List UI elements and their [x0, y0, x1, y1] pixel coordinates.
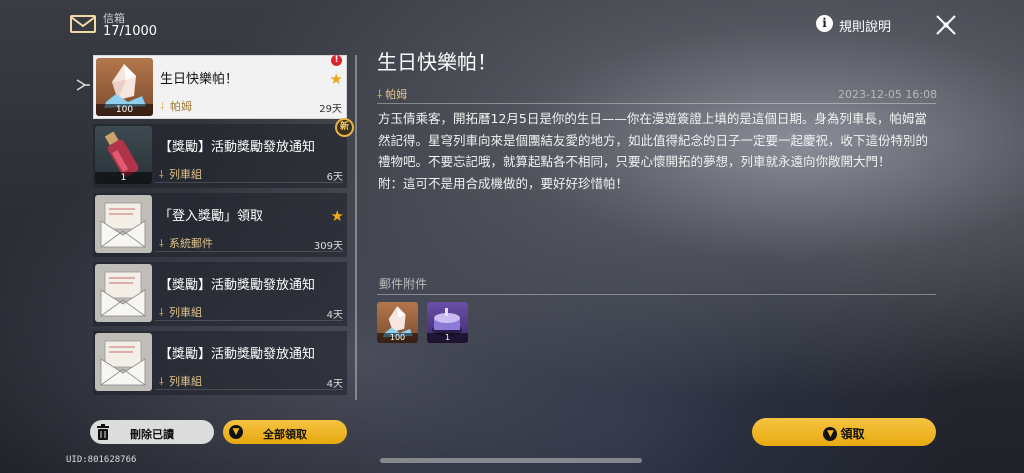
alert-icon: ! [331, 55, 342, 66]
claim-button[interactable]: ▼ 領取 [752, 418, 936, 446]
mail-sender: ⸸ 帕姆 [160, 100, 192, 113]
horizontal-scrollbar[interactable] [380, 458, 642, 463]
mail-sender: ⸸ 列車組 [159, 168, 202, 181]
divider [156, 114, 342, 115]
mail-sender: ⸸ 列車組 [159, 375, 202, 388]
mail-item[interactable]: 1 【獎勵】活動獎勵發放通知 ⸸ 列車組 6天 新 [93, 118, 354, 188]
mail-expiry: 4天 [326, 310, 343, 321]
mail-sender: ⸸ 系統郵件 [159, 237, 213, 250]
mail-expiry: 309天 [313, 241, 343, 252]
mail-sender: ⸸ 列車組 [159, 306, 202, 319]
bottle-icon: 1 [95, 126, 152, 184]
mail-icon [70, 15, 96, 33]
mail-count: 17/1000 [103, 24, 158, 39]
claim-label: 領取 [840, 427, 865, 441]
quill-icon: ⸸ [377, 88, 383, 101]
divider [377, 294, 936, 295]
body-paragraph: 方玉倩乘客，開拓曆12月5日是你的生日——你在漫遊簽證上填的是這個日期。身為列車… [378, 111, 929, 169]
item-quantity: 100 [96, 104, 153, 116]
envelope-icon [95, 264, 152, 322]
quill-icon: ⸸ [160, 102, 165, 113]
attachment-item[interactable]: 100 [377, 302, 418, 343]
mail-item[interactable]: 【獎勵】活動獎勵發放通知 ⸸ 列車組 4天 [93, 331, 347, 395]
close-icon[interactable] [934, 13, 958, 37]
item-quantity: 100 [377, 333, 418, 343]
envelope-icon [95, 333, 152, 391]
divider [155, 389, 343, 390]
info-icon[interactable]: i [816, 15, 833, 32]
body-paragraph: 附：這可不是用合成機做的，要好好珍惜帕！ [378, 175, 629, 191]
delete-read-label: 刪除已讀 [130, 428, 174, 441]
item-quantity: 1 [95, 172, 152, 184]
attachments-label: 郵件附件 [379, 277, 428, 291]
star-icon[interactable]: ★ [330, 70, 343, 88]
envelope-icon [95, 195, 152, 253]
quill-icon: ⸸ [159, 377, 164, 388]
claim-all-button[interactable]: ▼ 全部領取 [223, 420, 347, 444]
new-badge: 新 [335, 118, 354, 137]
delete-read-button[interactable]: 刪除已讀 [90, 420, 214, 444]
download-arrow-icon: ▼ [823, 426, 838, 441]
mail-detail-date: 2023-12-05 16:08 [838, 88, 938, 101]
crystal-icon: 100 [96, 58, 153, 116]
mail-detail-sender: ⸸ 帕姆 [377, 88, 408, 101]
attachment-item[interactable]: 1 [427, 302, 468, 343]
mail-title: 【獎勵】活動獎勵發放通知 [159, 140, 316, 155]
selection-indicator-icon [76, 79, 90, 91]
mail-item[interactable]: 【獎勵】活動獎勵發放通知 ⸸ 列車組 4天 [93, 262, 347, 326]
star-icon[interactable]: ★ [331, 207, 344, 225]
mail-title: 生日快樂帕！ [160, 72, 239, 87]
mail-item[interactable]: 「登入獎勵」領取 ⸸ 系統郵件 309天 ★ [93, 193, 347, 257]
list-scrollbar[interactable] [355, 55, 357, 400]
mail-title: 「登入獎勵」領取 [159, 209, 264, 224]
divider [377, 103, 936, 104]
quill-icon: ⸸ [159, 170, 164, 181]
rules-link[interactable]: 規則說明 [839, 16, 891, 35]
mail-expiry: 6天 [326, 172, 343, 183]
quill-icon: ⸸ [159, 239, 164, 250]
divider [155, 182, 343, 183]
mail-detail-title: 生日快樂帕！ [377, 50, 497, 74]
claim-all-label: 全部領取 [263, 428, 307, 441]
mail-title: 【獎勵】活動獎勵發放通知 [159, 347, 316, 362]
user-id: UID:801628766 [66, 455, 137, 465]
mail-detail-body: 方玉倩乘客，開拓曆12月5日是你的生日——你在漫遊簽證上填的是這個日期。身為列車… [378, 108, 938, 194]
mail-item[interactable]: 100 生日快樂帕！ ⸸ 帕姆 29天 ! ★ [93, 55, 347, 119]
item-quantity: 1 [427, 333, 468, 343]
mail-expiry: 4天 [326, 379, 343, 390]
mail-title: 【獎勵】活動獎勵發放通知 [159, 278, 316, 293]
mail-expiry: 29天 [319, 104, 342, 115]
divider [155, 320, 343, 321]
quill-icon: ⸸ [159, 308, 164, 319]
